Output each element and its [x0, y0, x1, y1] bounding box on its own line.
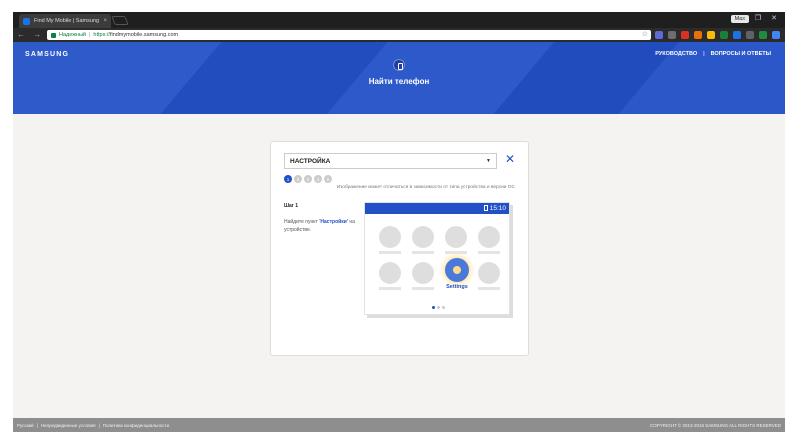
copyright: COPYRIGHT © 2013-2016 SAMSUNG ALL RIGHTS…: [649, 422, 781, 428]
step-title: Шаг 1: [284, 203, 299, 209]
lock-icon: [51, 32, 56, 38]
step-dot[interactable]: 4: [314, 175, 322, 183]
extension-icon[interactable]: [759, 31, 767, 39]
new-tab-button[interactable]: [111, 16, 129, 25]
image-disclaimer: Изображение может отличаться в зависимос…: [336, 185, 515, 190]
extension-icon[interactable]: [733, 31, 741, 39]
step-indicator: 1 2 3 4 5: [284, 175, 332, 183]
extension-icon[interactable]: [720, 31, 728, 39]
page-dots: [432, 306, 445, 309]
page-title: Найти телефон: [368, 77, 430, 86]
battery-icon: [483, 205, 488, 211]
settings-app: Settings: [439, 252, 475, 290]
footer-divider: |: [98, 422, 100, 428]
extension-icon[interactable]: [668, 31, 676, 39]
terms-link[interactable]: Непредвиденные условия: [41, 423, 96, 428]
page-content: SAMSUNG РУКОВОДСТВО | ВОПРОСЫ И ОТВЕТЫ Н…: [13, 42, 785, 432]
extension-icon[interactable]: [772, 31, 780, 39]
step-dot[interactable]: 2: [294, 175, 302, 183]
phone-status-bar: 15:10: [365, 203, 509, 214]
tab-close-icon[interactable]: ×: [103, 18, 107, 24]
address-bar[interactable]: Надежный | https:// findmymobile.samsung…: [47, 30, 651, 40]
step-dot[interactable]: 1: [284, 175, 292, 183]
top-nav: РУКОВОДСТВО | ВОПРОСЫ И ОТВЕТЫ: [655, 51, 771, 57]
chevron-down-icon: ▼: [486, 158, 491, 164]
settings-label: Settings: [446, 284, 468, 290]
step-description: Найдите пункт 'Настройки' на устройстве.: [284, 218, 358, 234]
app-placeholder: [412, 262, 434, 290]
tab-strip: Find My Mobile | Samsung × Max – ❐ ✕: [13, 12, 785, 28]
address-separator: |: [88, 32, 91, 38]
nav-faq-link[interactable]: ВОПРОСЫ И ОТВЕТЫ: [711, 51, 771, 57]
extension-icons: [655, 31, 785, 39]
footer-divider: |: [36, 422, 38, 428]
app-placeholder: [379, 226, 401, 254]
step-dot[interactable]: 3: [304, 175, 312, 183]
favicon-icon: [23, 17, 30, 25]
phone-time: 15:10: [489, 205, 506, 212]
close-icon[interactable]: ✕: [505, 152, 515, 166]
secure-label: Надежный: [59, 32, 86, 38]
extension-icon[interactable]: [694, 31, 702, 39]
app-placeholder: [478, 262, 500, 290]
select-value: НАСТРОЙКА: [290, 157, 331, 165]
footer-links: Русский | Непредвиденные условия | Полит…: [17, 423, 650, 428]
header-banner: SAMSUNG РУКОВОДСТВО | ВОПРОСЫ И ОТВЕТЫ Н…: [13, 42, 785, 114]
topic-select[interactable]: НАСТРОЙКА ▼: [284, 153, 497, 169]
browser-toolbar: ← → C Надежный | https:// findmymobile.s…: [13, 28, 785, 42]
step-desc-highlight: 'Настройки': [319, 219, 348, 225]
extension-icon[interactable]: [681, 31, 689, 39]
step-dot[interactable]: 5: [324, 175, 332, 183]
screenshot-frame: Find My Mobile | Samsung × Max – ❐ ✕ ← →…: [0, 0, 800, 447]
nav-guide-link[interactable]: РУКОВОДСТВО: [655, 51, 697, 57]
app-placeholder: [412, 226, 434, 254]
phone-screen-illustration: 15:10 Settings: [364, 202, 510, 315]
phone-icon: [393, 59, 405, 71]
browser-window: Find My Mobile | Samsung × Max – ❐ ✕ ← →…: [13, 12, 785, 432]
app-placeholder: [445, 226, 467, 254]
url-host: findmymobile.samsung.com: [109, 32, 179, 38]
extension-icon[interactable]: [707, 31, 715, 39]
extension-icon[interactable]: [655, 31, 663, 39]
app-placeholder: [478, 226, 500, 254]
bookmark-star-icon[interactable]: ☆: [642, 30, 648, 38]
nav-divider: |: [703, 51, 705, 57]
samsung-logo[interactable]: SAMSUNG: [25, 51, 69, 58]
extension-icon[interactable]: [746, 31, 754, 39]
privacy-link[interactable]: Политика конфиденциальности: [103, 423, 169, 428]
page-footer: Русский | Непредвиденные условия | Полит…: [13, 418, 785, 432]
gear-icon: [445, 258, 469, 282]
browser-tab[interactable]: Find My Mobile | Samsung ×: [19, 14, 111, 28]
language-link[interactable]: Русский: [17, 423, 34, 428]
app-placeholder: [379, 262, 401, 290]
guide-card: НАСТРОЙКА ▼ ✕ 1 2 3 4 5 Изображение може…: [270, 141, 529, 356]
window-controls[interactable]: – ❐ ✕: [741, 14, 781, 22]
step-desc-pre: Найдите пункт: [284, 219, 320, 225]
tab-title: Find My Mobile | Samsung: [34, 18, 100, 24]
url-protocol: https://: [93, 32, 110, 38]
